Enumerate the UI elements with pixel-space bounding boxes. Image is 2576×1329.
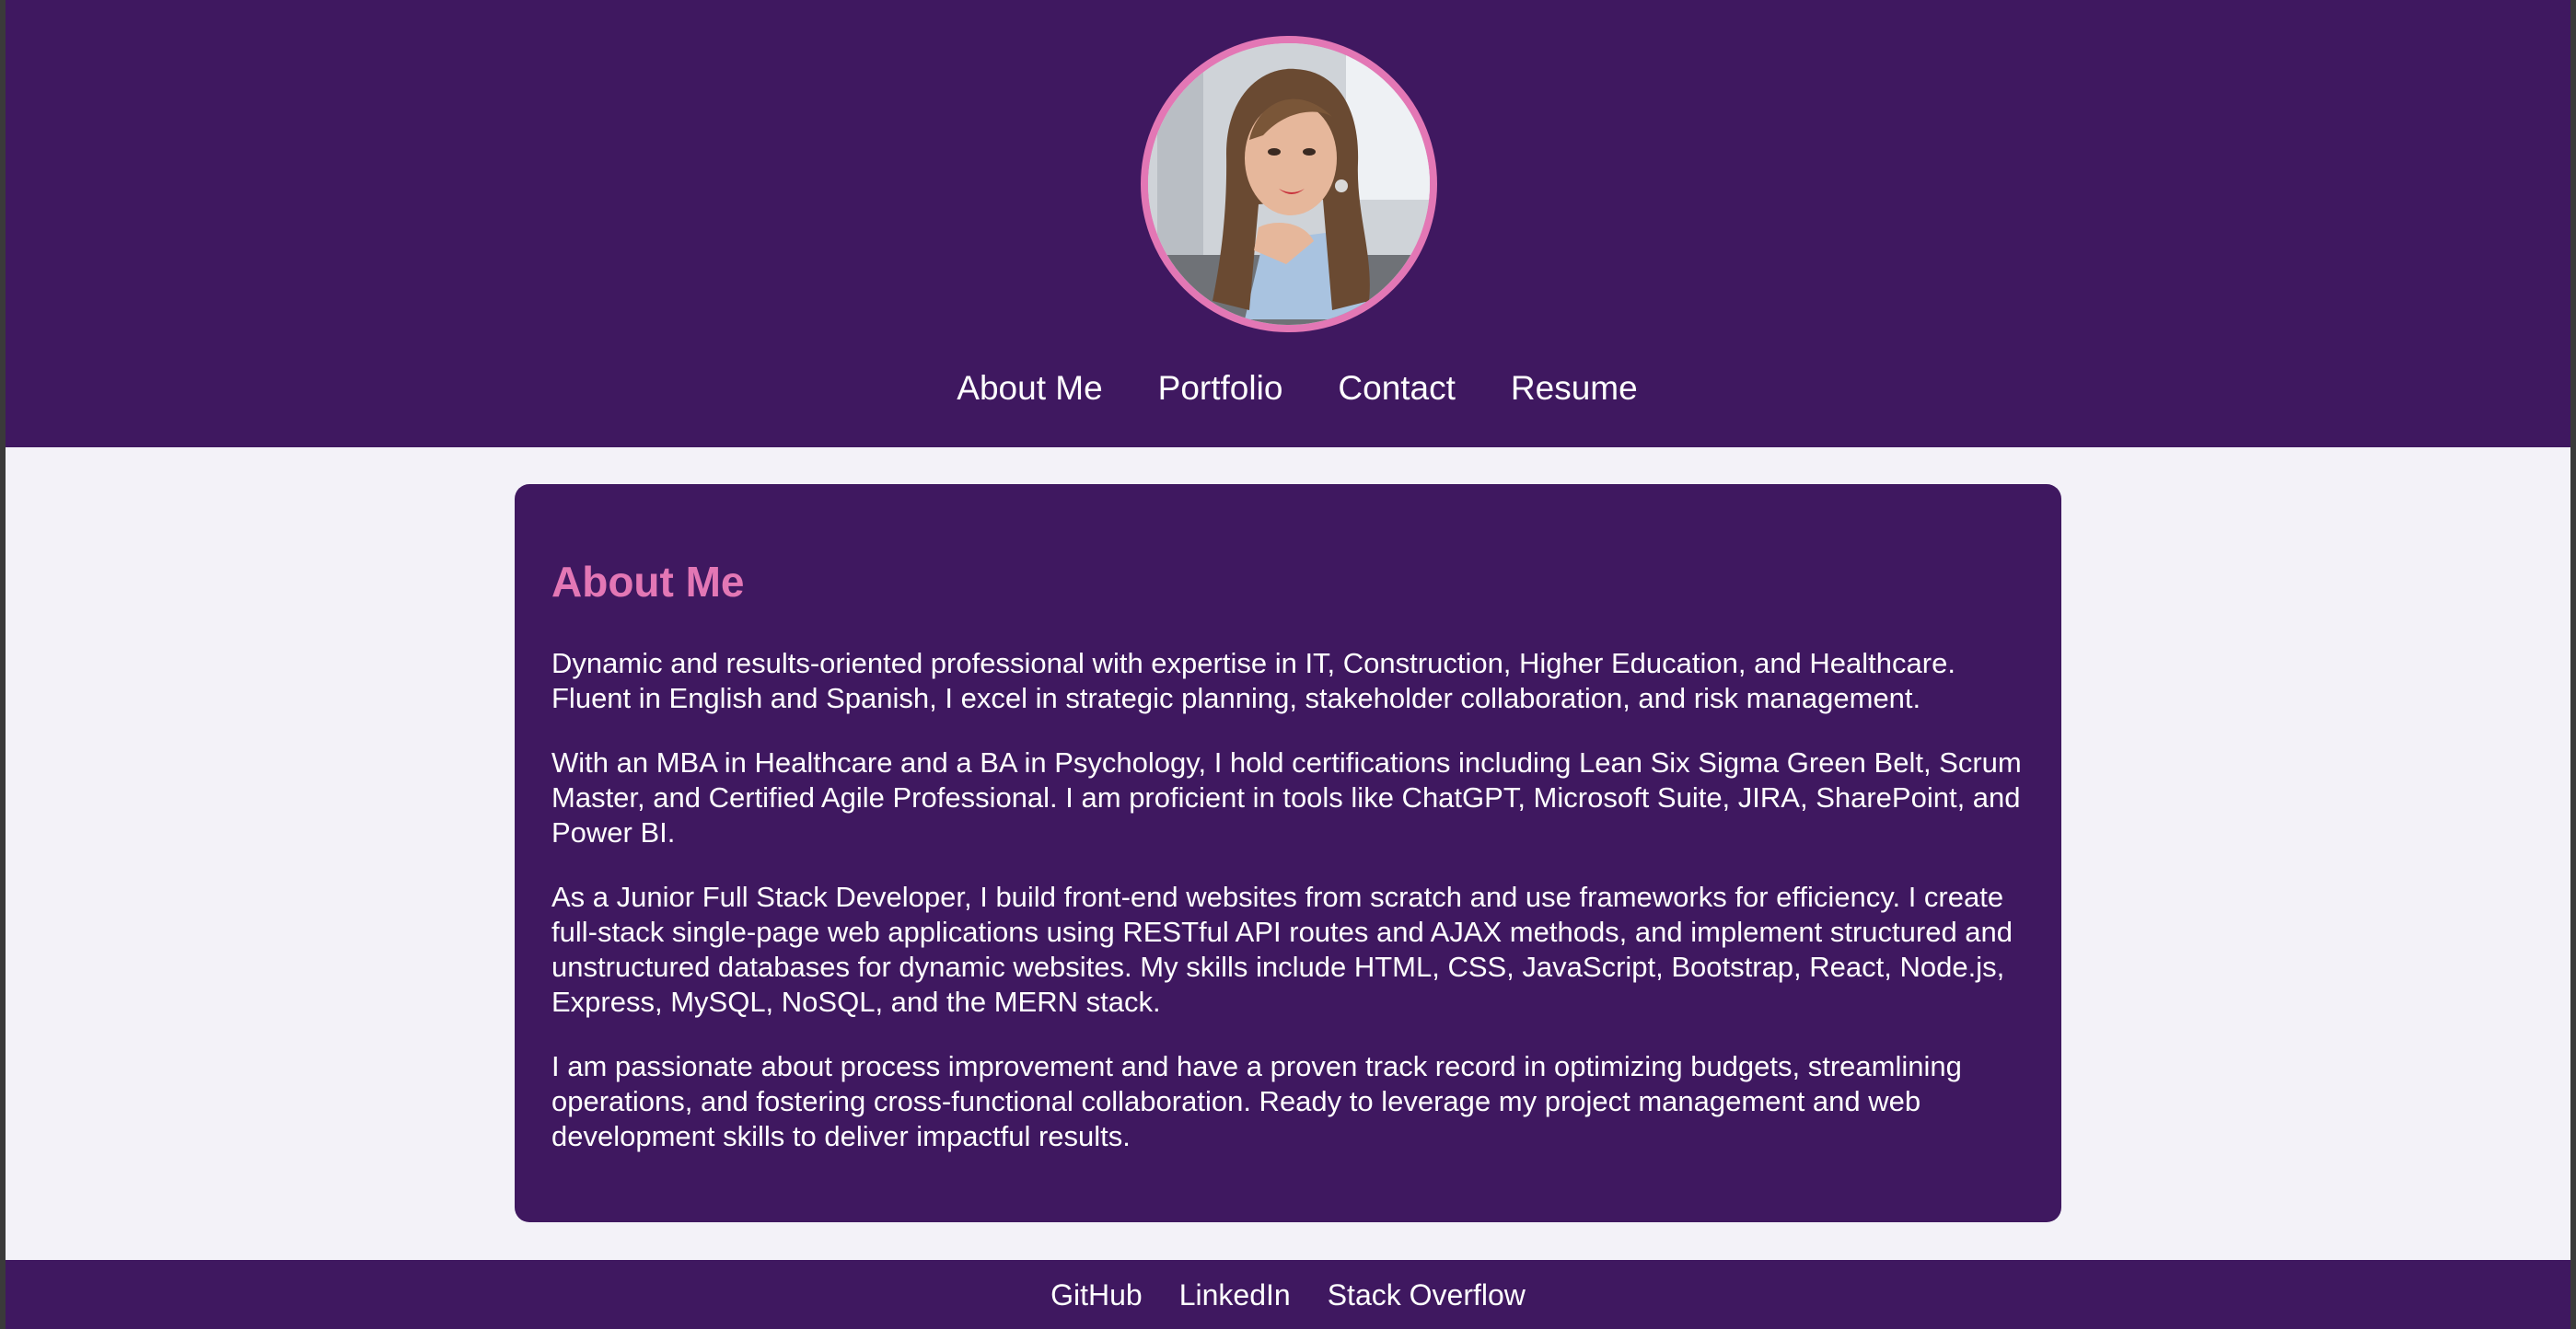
footer-link-stack-overflow[interactable]: Stack Overflow [1328,1267,1526,1323]
footer-link-linkedin[interactable]: LinkedIn [1179,1267,1291,1323]
site-header: About Me Portfolio Contact Resume [6,0,2570,447]
about-paragraph-1: Dynamic and results-oriented professiona… [551,647,1955,714]
nav-portfolio[interactable]: Portfolio [1140,361,1283,416]
footer-link-github[interactable]: GitHub [1050,1267,1143,1323]
about-paragraph-4: I am passionate about process improvemen… [551,1050,1962,1152]
profile-photo [1148,43,1430,325]
main-nav: About Me Portfolio Contact Resume [6,361,2570,416]
site-footer: GitHub LinkedIn Stack Overflow [6,1260,2570,1329]
about-me-card: About Me Dynamic and results-oriented pr… [515,484,2061,1222]
nav-about-me[interactable]: About Me [938,361,1102,416]
about-paragraph-2: With an MBA in Healthcare and a BA in Ps… [551,746,2022,849]
avatar [1141,36,1437,332]
nav-contact[interactable]: Contact [1319,361,1456,416]
page: About Me Portfolio Contact Resume About … [6,0,2570,1329]
nav-resume[interactable]: Resume [1492,361,1638,416]
section-heading: About Me [551,558,745,606]
about-paragraph-3: As a Junior Full Stack Developer, I buil… [551,881,2013,1018]
